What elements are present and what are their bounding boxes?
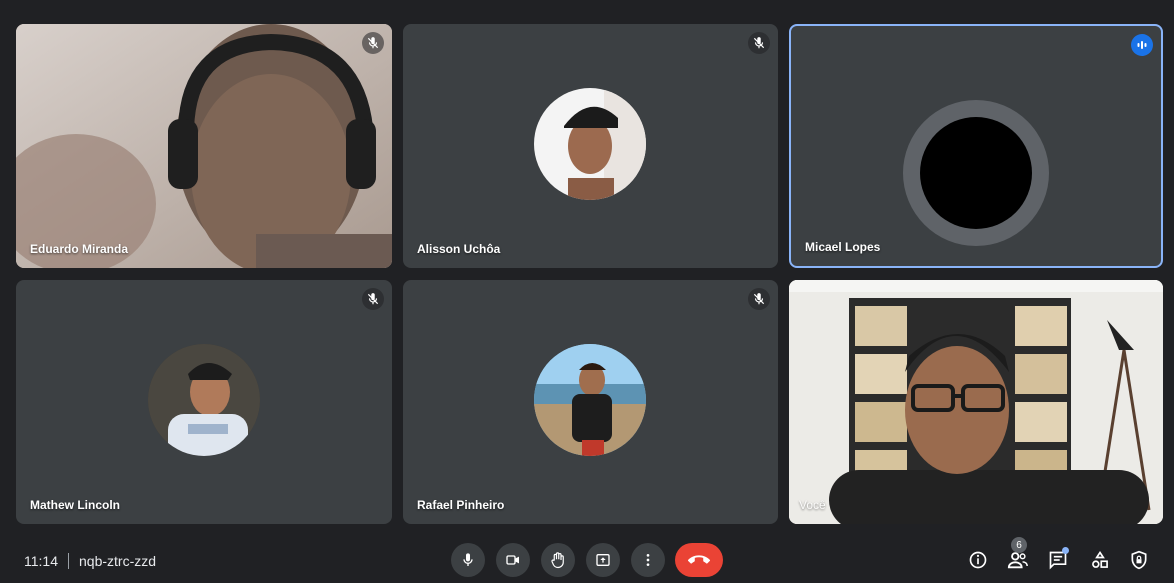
camera-button[interactable] (496, 543, 530, 577)
participant-name: Rafael Pinheiro (417, 498, 505, 512)
info-icon (969, 551, 987, 569)
participant-tile-mathew[interactable]: Mathew Lincoln (16, 280, 392, 524)
participant-name: Eduardo Miranda (30, 242, 129, 256)
raise-hand-icon (551, 552, 564, 569)
participant-tile-alisson[interactable]: Alisson Uchôa (403, 24, 778, 268)
camera-icon (506, 555, 519, 565)
muted-mic-icon (748, 32, 770, 54)
hangup-button[interactable] (675, 543, 723, 577)
participant-tile-micael[interactable]: Micael Lopes (789, 24, 1163, 268)
participant-tile-eduardo[interactable]: Eduardo Miranda (16, 24, 392, 268)
avatar (148, 344, 260, 456)
chat-notification-dot (1062, 547, 1069, 554)
participant-name: Alisson Uchôa (417, 242, 501, 256)
meeting-code: nqb-ztrc-zzd (79, 553, 157, 569)
host-controls-icon (1131, 550, 1147, 570)
activities-button[interactable] (1085, 545, 1115, 575)
meeting-time: 11:14 (24, 553, 58, 569)
control-bar: 11:14 nqb-ztrc-zzd 6 (0, 537, 1174, 583)
muted-mic-icon (362, 32, 384, 54)
mic-icon (463, 553, 473, 566)
meeting-info: 11:14 nqb-ztrc-zzd (24, 553, 156, 569)
people-button[interactable]: 6 (1003, 537, 1033, 575)
present-button[interactable] (586, 543, 620, 577)
speaking-indicator-icon (1131, 34, 1153, 56)
self-view-tile[interactable]: Você (789, 280, 1163, 524)
mic-button[interactable] (451, 543, 485, 577)
more-options-button[interactable] (631, 543, 665, 577)
hangup-icon (688, 555, 710, 564)
present-icon (596, 554, 610, 566)
more-options-icon (646, 554, 650, 566)
host-controls-button[interactable] (1124, 545, 1154, 575)
chat-button[interactable] (1043, 545, 1073, 575)
avatar (920, 117, 1032, 229)
participant-video-eduardo (16, 24, 392, 268)
participant-tile-rafael[interactable]: Rafael Pinheiro (403, 280, 778, 524)
activities-icon (1092, 550, 1108, 568)
muted-mic-icon (362, 288, 384, 310)
avatar (534, 344, 646, 456)
avatar (534, 88, 646, 200)
self-video (789, 280, 1163, 524)
participant-name: Mathew Lincoln (30, 498, 120, 512)
people-count-badge: 6 (1011, 537, 1027, 553)
self-label: Você (799, 498, 826, 512)
muted-mic-icon (748, 288, 770, 310)
info-button[interactable] (963, 545, 993, 575)
raise-hand-button[interactable] (541, 543, 575, 577)
divider (68, 553, 69, 569)
participant-name: Micael Lopes (805, 240, 881, 254)
